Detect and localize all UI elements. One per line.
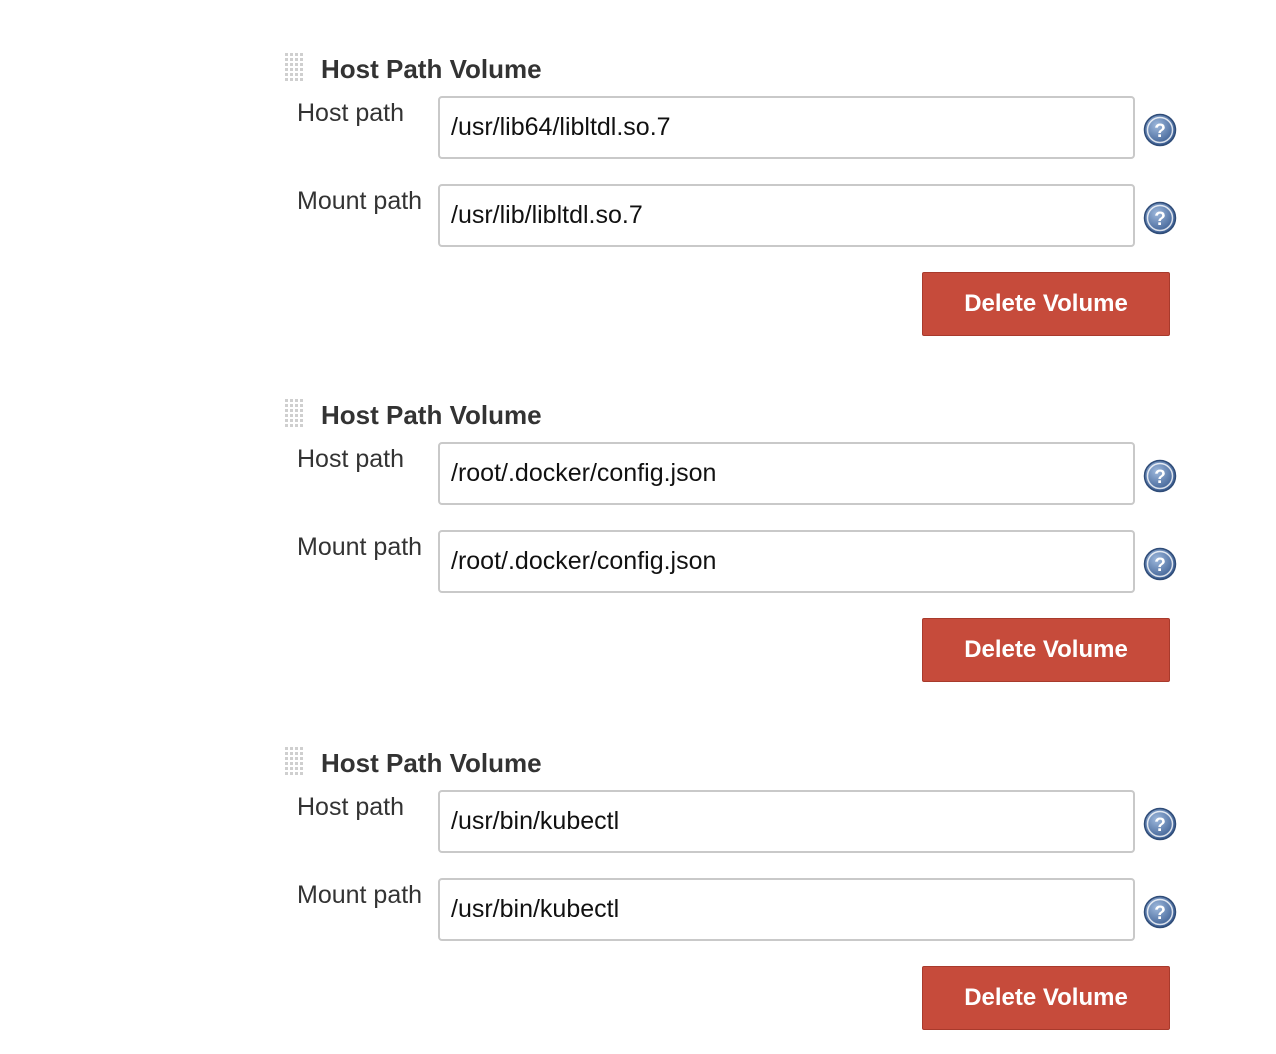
host-path-volume-3: Host Path Volume Host path ? Mount path … (0, 694, 1276, 1030)
mount-path-label: Mount path (297, 187, 423, 215)
mount-path-input[interactable] (438, 878, 1135, 941)
help-icon[interactable]: ? (1143, 201, 1177, 235)
host-path-label: Host path (297, 793, 405, 821)
host-path-volume-1: Host Path Volume Host path ? Mount path (0, 0, 1276, 336)
svg-text:?: ? (1154, 209, 1166, 230)
host-path-input[interactable] (438, 96, 1135, 159)
mount-path-input[interactable] (438, 530, 1135, 593)
help-icon[interactable]: ? (1143, 807, 1177, 841)
host-path-label: Host path (297, 445, 405, 473)
help-icon[interactable]: ? (1143, 895, 1177, 929)
delete-volume-button[interactable]: Delete Volume (922, 272, 1170, 336)
host-path-volume-2: Host Path Volume Host path ? Mount path … (0, 346, 1276, 682)
mount-path-label: Mount path (297, 533, 423, 561)
volume-title: Host Path Volume (321, 748, 542, 778)
mount-path-input[interactable] (438, 184, 1135, 247)
drag-handle-icon[interactable] (284, 398, 306, 432)
help-icon[interactable]: ? (1143, 459, 1177, 493)
delete-volume-button[interactable]: Delete Volume (922, 618, 1170, 682)
volume-title: Host Path Volume (321, 54, 542, 84)
host-path-input[interactable] (438, 790, 1135, 853)
delete-volume-button[interactable]: Delete Volume (922, 966, 1170, 1030)
host-path-input[interactable] (438, 442, 1135, 505)
mount-path-label: Mount path (297, 881, 423, 909)
svg-text:?: ? (1154, 903, 1166, 924)
svg-text:?: ? (1154, 121, 1166, 142)
svg-text:?: ? (1154, 467, 1166, 488)
drag-handle-icon[interactable] (284, 746, 306, 780)
svg-text:?: ? (1154, 815, 1166, 836)
host-path-label: Host path (297, 99, 405, 127)
help-icon[interactable]: ? (1143, 547, 1177, 581)
kubernetes-pod-template-volumes: Host Path Volume Host path ? Mount path (0, 0, 1276, 1054)
volume-title: Host Path Volume (321, 400, 542, 430)
help-icon[interactable]: ? (1143, 113, 1177, 147)
svg-text:?: ? (1154, 555, 1166, 576)
drag-handle-icon[interactable] (284, 52, 306, 86)
